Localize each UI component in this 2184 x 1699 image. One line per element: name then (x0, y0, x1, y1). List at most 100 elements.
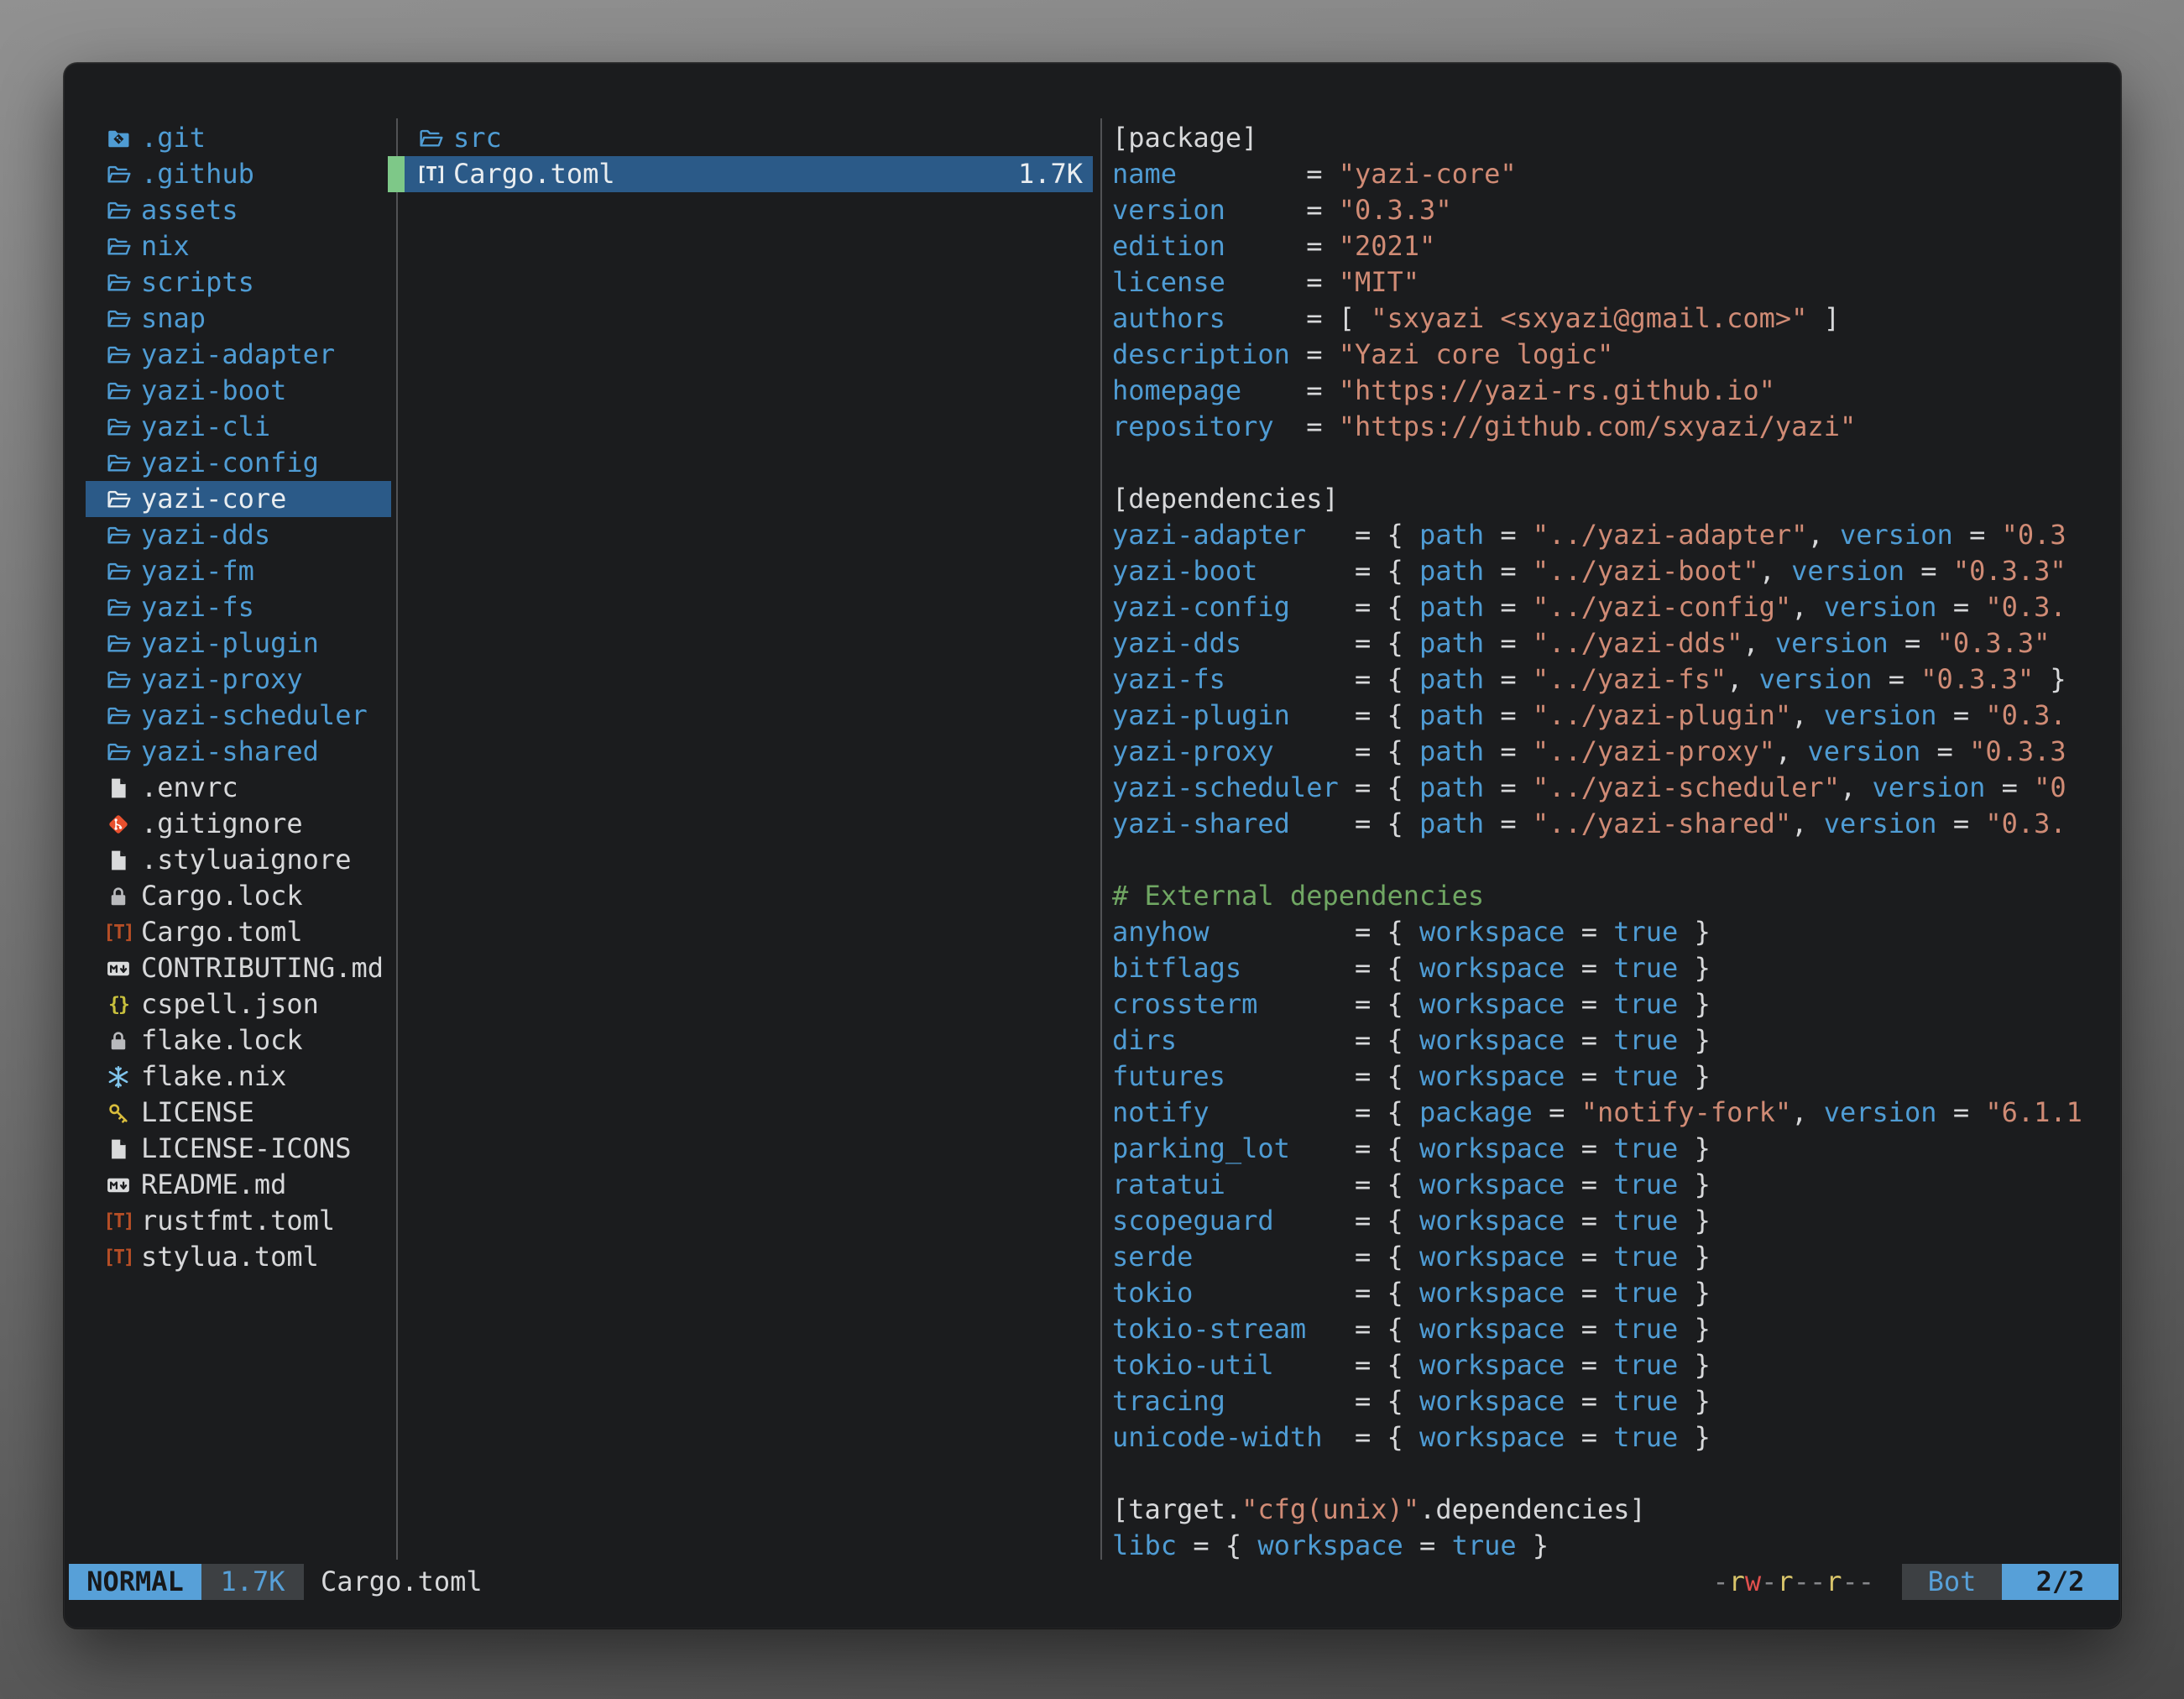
file-row[interactable]: snap (86, 301, 391, 337)
file-row[interactable]: README.md (86, 1167, 391, 1203)
file-row[interactable]: yazi-adapter (86, 337, 391, 373)
terminal-window: .git.githubassetsnixscriptssnapyazi-adap… (64, 63, 2121, 1628)
file-row[interactable]: [T]Cargo.toml (86, 914, 391, 950)
code-token: workspace (1419, 1421, 1565, 1453)
code-token: = { (1210, 916, 1419, 948)
current-directory-pane: src[T]Cargo.toml1.7K (405, 120, 1093, 192)
code-token: = (1484, 555, 1533, 587)
file-row[interactable]: assets (86, 192, 391, 228)
code-token: = (1565, 1024, 1613, 1056)
file-row[interactable]: yazi-config (86, 445, 391, 481)
file-row[interactable]: Cargo.lock (86, 878, 391, 914)
file-row[interactable]: flake.nix (86, 1059, 391, 1095)
parent-directory-pane: .git.githubassetsnixscriptssnapyazi-adap… (86, 120, 391, 1275)
code-token: = { (1210, 1096, 1419, 1128)
code-token: = { (1322, 1421, 1419, 1453)
code-token: # External dependencies (1112, 880, 1484, 912)
file-row[interactable]: LICENSE-ICONS (86, 1131, 391, 1167)
code-line: yazi-proxy = { path = "../yazi-proxy", v… (1112, 734, 2113, 770)
code-token: true (1613, 1313, 1678, 1345)
file-name: scripts (141, 264, 254, 301)
folder-icon (106, 409, 131, 445)
code-token: workspace (1419, 1349, 1565, 1381)
file-row[interactable]: yazi-fs (86, 589, 391, 625)
file-row[interactable]: [T]stylua.toml (86, 1239, 391, 1275)
code-line: yazi-boot = { path = "../yazi-boot", ver… (1112, 553, 2113, 589)
code-token: "0.3. (1985, 808, 2066, 839)
file-row[interactable]: yazi-shared (86, 734, 391, 770)
permission-char: w (1745, 1564, 1761, 1600)
code-token: ] (1807, 302, 1840, 334)
key-icon (106, 1095, 131, 1131)
code-token: = [ (1225, 302, 1371, 334)
code-token: = { (1193, 1277, 1419, 1309)
code-token: = (1225, 266, 1339, 298)
folder-icon (106, 337, 131, 373)
code-token: } (1678, 1349, 1711, 1381)
file-row[interactable]: .styluaignore (86, 842, 391, 878)
code-token: } (2034, 663, 2066, 695)
file-row[interactable]: [T]rustfmt.toml (86, 1203, 391, 1239)
code-line: yazi-config = { path = "../yazi-config",… (1112, 589, 2113, 625)
file-row[interactable]: yazi-plugin (86, 625, 391, 661)
file-row[interactable]: scripts (86, 264, 391, 301)
file-row[interactable]: .git (86, 120, 391, 156)
file-row[interactable]: yazi-fm (86, 553, 391, 589)
file-row[interactable]: .github (86, 156, 391, 192)
git-folder-icon (106, 120, 131, 156)
code-token: "Yazi core logic" (1339, 338, 1614, 370)
code-token: crossterm (1112, 988, 1257, 1020)
code-line: futures = { workspace = true } (1112, 1059, 2113, 1095)
file-name: yazi-core (141, 481, 286, 517)
code-line: tokio-stream = { workspace = true } (1112, 1311, 2113, 1347)
code-token: "0.3. (1985, 699, 2066, 731)
code-token: = (1565, 1421, 1613, 1453)
code-token: [target. (1112, 1493, 1241, 1525)
code-token: ratatui (1112, 1168, 1225, 1200)
file-row[interactable]: .gitignore (86, 806, 391, 842)
file-row[interactable]: yazi-boot (86, 373, 391, 409)
code-token: = (1565, 1313, 1613, 1345)
code-token: unicode-width (1112, 1421, 1322, 1453)
file-row[interactable]: [T]Cargo.toml1.7K (405, 156, 1093, 192)
file-name: yazi-boot (141, 373, 286, 409)
code-token: , (1742, 627, 1775, 659)
file-preview-pane[interactable]: [package]name = "yazi-core"version = "0.… (1112, 120, 2113, 1564)
code-token: } (1678, 1421, 1711, 1453)
code-line: bitflags = { workspace = true } (1112, 950, 2113, 986)
pane-divider (396, 118, 398, 1560)
folder-icon (106, 661, 131, 698)
code-token: "0.3. (1985, 591, 2066, 623)
folder-icon (106, 264, 131, 301)
file-row[interactable]: yazi-cli (86, 409, 391, 445)
file-row[interactable]: yazi-dds (86, 517, 391, 553)
file-name: yazi-plugin (141, 625, 319, 661)
code-token: = (1241, 374, 1339, 406)
code-token: , (1791, 699, 1824, 731)
code-line: scopeguard = { workspace = true } (1112, 1203, 2113, 1239)
code-token: workspace (1419, 916, 1565, 948)
file-row[interactable]: src (405, 120, 1093, 156)
file-row[interactable]: LICENSE (86, 1095, 391, 1131)
markdown-icon (106, 1167, 131, 1203)
file-name: yazi-scheduler (141, 698, 368, 734)
code-token: path (1419, 699, 1484, 731)
code-line: notify = { package = "notify-fork", vers… (1112, 1095, 2113, 1131)
file-row[interactable]: yazi-scheduler (86, 698, 391, 734)
permission-char: r (1826, 1564, 1842, 1600)
file-row[interactable]: flake.lock (86, 1022, 391, 1059)
file-row[interactable]: .envrc (86, 770, 391, 806)
folder-icon (106, 445, 131, 481)
file-row[interactable]: {}cspell.json (86, 986, 391, 1022)
code-token: workspace (1419, 1313, 1565, 1345)
permission-char: - (1842, 1564, 1857, 1600)
code-token: [package] (1112, 122, 1257, 154)
file-row[interactable]: CONTRIBUTING.md (86, 950, 391, 986)
file-row[interactable]: yazi-core (86, 481, 391, 517)
toml-icon: [T] (418, 156, 443, 192)
file-row[interactable]: nix (86, 228, 391, 264)
code-token: = (1290, 338, 1339, 370)
file-row[interactable]: yazi-proxy (86, 661, 391, 698)
code-token: workspace (1419, 988, 1565, 1020)
code-token: = (1565, 1241, 1613, 1273)
